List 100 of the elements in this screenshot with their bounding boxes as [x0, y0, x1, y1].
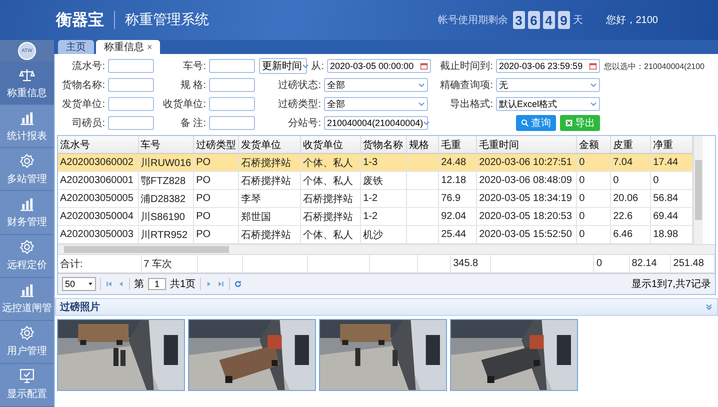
- column-header[interactable]: 金额: [576, 136, 611, 154]
- refresh-icon[interactable]: [234, 280, 242, 288]
- remaining-label: 帐号使用期剩余: [438, 14, 508, 27]
- select-field[interactable]: 全部: [324, 97, 428, 111]
- horizontal-scrollbar[interactable]: [58, 244, 715, 254]
- input-field[interactable]: [108, 59, 154, 73]
- select-field[interactable]: 更新时间: [259, 58, 307, 74]
- column-header[interactable]: 过磅类型: [194, 136, 239, 154]
- date-field[interactable]: 2020-03-05 00:00:00: [327, 59, 431, 73]
- select-field[interactable]: 无: [496, 78, 600, 92]
- input-field[interactable]: [209, 116, 255, 130]
- input-field[interactable]: [108, 97, 154, 111]
- table-cell: 25.44: [441, 229, 466, 240]
- selection-info: 您以选中：210040004(2100: [604, 61, 705, 72]
- table-cell: 2020-03-05 18:34:19: [479, 193, 572, 204]
- input-field[interactable]: [209, 97, 255, 111]
- collapse-icon[interactable]: [705, 303, 713, 311]
- table-cell: 个体、私人: [303, 158, 354, 168]
- column-header[interactable]: 规格: [406, 136, 439, 154]
- scale-icon: [19, 66, 35, 83]
- column-header[interactable]: 流水号: [58, 136, 138, 154]
- page-count: 共1页: [170, 278, 196, 291]
- table-cell: 个体、私人: [303, 176, 354, 186]
- table-cell: 2020-03-06 08:48:09: [479, 175, 572, 186]
- input-field[interactable]: [209, 59, 255, 73]
- field-label: 过磅状态:: [277, 78, 321, 92]
- close-icon[interactable]: ×: [147, 42, 152, 52]
- vertical-scrollbar[interactable]: [693, 136, 704, 244]
- field-label: 导出格式:: [449, 98, 493, 111]
- select-field[interactable]: 默认Excel格式: [496, 97, 600, 111]
- caret-icon: [418, 82, 425, 88]
- table-cell: 92.04: [441, 211, 466, 222]
- day-digit: 3: [512, 11, 525, 29]
- date-field[interactable]: 2020-03-06 23:59:59: [496, 59, 600, 73]
- select-field[interactable]: 210040004(210040004): [324, 116, 428, 130]
- column-header[interactable]: 发货单位: [238, 136, 301, 154]
- table-cell: A202003060002: [60, 157, 134, 168]
- day-digit: 6: [528, 11, 540, 29]
- calendar-icon[interactable]: [589, 62, 597, 70]
- next-page-icon[interactable]: [204, 280, 213, 288]
- total-cell: 7 车次: [144, 258, 172, 270]
- column-header[interactable]: 净重: [650, 136, 693, 154]
- column-header[interactable]: 毛重: [438, 136, 477, 154]
- table-cell: 川S86190: [140, 212, 185, 222]
- table-cell: 0: [579, 211, 585, 222]
- tab[interactable]: 称重信息 ×: [96, 40, 160, 54]
- column-header[interactable]: 毛重时间: [476, 136, 577, 154]
- table-cell: 1-3: [363, 157, 378, 168]
- field-label: 司磅员:: [71, 116, 105, 130]
- caret-icon: [418, 102, 425, 106]
- field-label: 货物名称:: [61, 79, 105, 92]
- search-icon: [521, 119, 529, 127]
- table-cell: PO: [196, 229, 211, 240]
- last-page-icon[interactable]: [216, 280, 225, 288]
- table-row[interactable]: A202003050004 川S86190 PO 郑世国 石桥搅拌站 1-2 92.04 2020-03-05 18:20:53 0 22.6 69.44: [58, 208, 693, 226]
- page-label: 第: [134, 278, 144, 291]
- first-page-icon[interactable]: [105, 280, 113, 288]
- input-field[interactable]: [108, 116, 154, 130]
- table-cell: 18.98: [653, 229, 678, 240]
- table-cell: A202003060001: [60, 175, 134, 186]
- total-cell: 合计:: [60, 258, 83, 270]
- column-header[interactable]: 货物名称: [360, 136, 407, 154]
- table-row[interactable]: A202003060001 鄂FTZ828 PO 石桥搅拌站 个体、私人 废铁 12.18 2020-03-06 08:48:09 0 0 0: [58, 172, 693, 190]
- field-label: 备 注:: [179, 116, 206, 130]
- field-label: 截止时间到:: [439, 60, 493, 73]
- column-header[interactable]: 皮重: [610, 136, 651, 154]
- field-label: 规 格:: [179, 78, 206, 92]
- nav-item[interactable]: 称重信息: [0, 62, 54, 106]
- page-number-field[interactable]: 1: [148, 278, 166, 290]
- table-cell: 石桥搅拌站: [303, 194, 354, 204]
- table-cell: 20.06: [613, 193, 638, 204]
- calendar-icon[interactable]: [420, 62, 428, 70]
- table-cell: 6.46: [613, 229, 633, 240]
- table-cell: 1-2: [363, 211, 378, 222]
- table-cell: 鄂FTZ828: [140, 176, 186, 186]
- table-cell: 2020-03-05 18:20:53: [479, 211, 572, 222]
- table-cell: 郑世国: [241, 212, 272, 222]
- column-header[interactable]: 收货单位: [300, 136, 361, 154]
- input-field[interactable]: [108, 78, 154, 92]
- day-digit: 4: [542, 11, 555, 29]
- select-field[interactable]: 全部: [324, 78, 428, 92]
- total-cell: 0: [596, 258, 602, 269]
- table-cell: 李琴: [241, 194, 262, 204]
- table-cell: PO: [196, 193, 211, 204]
- table-cell: A202003050003: [60, 229, 134, 240]
- page-size-select[interactable]: 50: [62, 277, 96, 291]
- table-row[interactable]: A202003060002 川RUW016 PO 石桥搅拌站 个体、私人 1-3 24.48 2020-03-06 10:27:51 0 7.04 17.44: [58, 154, 693, 172]
- column-header[interactable]: 车号: [138, 136, 194, 154]
- table-row[interactable]: A202003050005 浦D28382 PO 李琴 石桥搅拌站 1-2 76.9 2020-03-05 18:34:19 0 20.06 56.84: [58, 190, 693, 208]
- table-cell: PO: [196, 175, 211, 186]
- input-field[interactable]: [209, 78, 255, 92]
- greeting-text: 您好，2100: [606, 14, 658, 27]
- previous-page-icon[interactable]: [117, 280, 125, 288]
- table-cell: 22.6: [613, 211, 633, 222]
- bar-chart-icon: [19, 110, 35, 126]
- table-cell: 17.44: [653, 157, 678, 168]
- caret-icon: [302, 64, 309, 68]
- table-cell: 1-2: [363, 193, 378, 204]
- tab[interactable]: 主页: [58, 40, 94, 54]
- caret-icon: [590, 82, 597, 88]
